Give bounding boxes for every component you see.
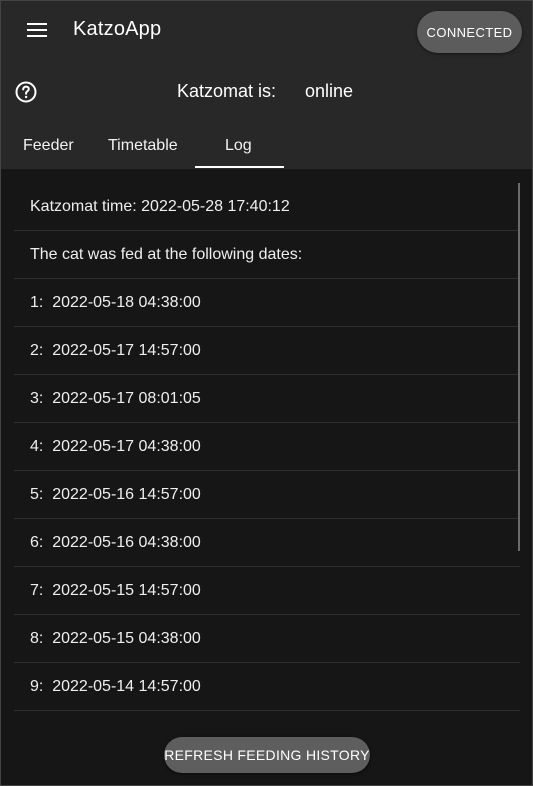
- list-item: 3: 2022-05-17 08:01:05: [14, 375, 520, 423]
- list-item: 2: 2022-05-17 14:57:00: [14, 327, 520, 375]
- status-value: online: [305, 81, 354, 101]
- status-label: Katzomat is:: [177, 81, 277, 101]
- app-bar: KatzoApp CONNECTED Katzomat is: online F…: [1, 1, 532, 169]
- refresh-feeding-history-button[interactable]: REFRESH FEEDING HISTORY: [164, 737, 370, 773]
- log-list[interactable]: Katzomat time: 2022-05-28 17:40:12 The c…: [14, 183, 520, 743]
- connected-button[interactable]: CONNECTED: [417, 11, 522, 53]
- active-tab-indicator: [195, 166, 284, 168]
- app-frame: KatzoApp CONNECTED Katzomat is: online F…: [0, 0, 533, 786]
- list-item: 4: 2022-05-17 04:38:00: [14, 423, 520, 471]
- list-item: 6: 2022-05-16 04:38:00: [14, 519, 520, 567]
- list-item: 5: 2022-05-16 14:57:00: [14, 471, 520, 519]
- scrollbar[interactable]: [518, 183, 520, 551]
- list-item: 9: 2022-05-14 14:57:00: [14, 663, 520, 711]
- hamburger-menu-icon[interactable]: [27, 21, 49, 39]
- question-circle-icon[interactable]: [14, 80, 38, 104]
- tab-log[interactable]: Log: [225, 137, 252, 155]
- list-item: 7: 2022-05-15 14:57:00: [14, 567, 520, 615]
- katzomat-time: Katzomat time: 2022-05-28 17:40:12: [14, 183, 520, 231]
- tab-timetable[interactable]: Timetable: [108, 137, 178, 155]
- list-item: 8: 2022-05-15 04:38:00: [14, 615, 520, 663]
- list-item: 1: 2022-05-18 04:38:00: [14, 279, 520, 327]
- feeding-history-intro: The cat was fed at the following dates:: [14, 231, 520, 279]
- tab-feeder[interactable]: Feeder: [23, 137, 74, 155]
- app-title: KatzoApp: [73, 18, 162, 40]
